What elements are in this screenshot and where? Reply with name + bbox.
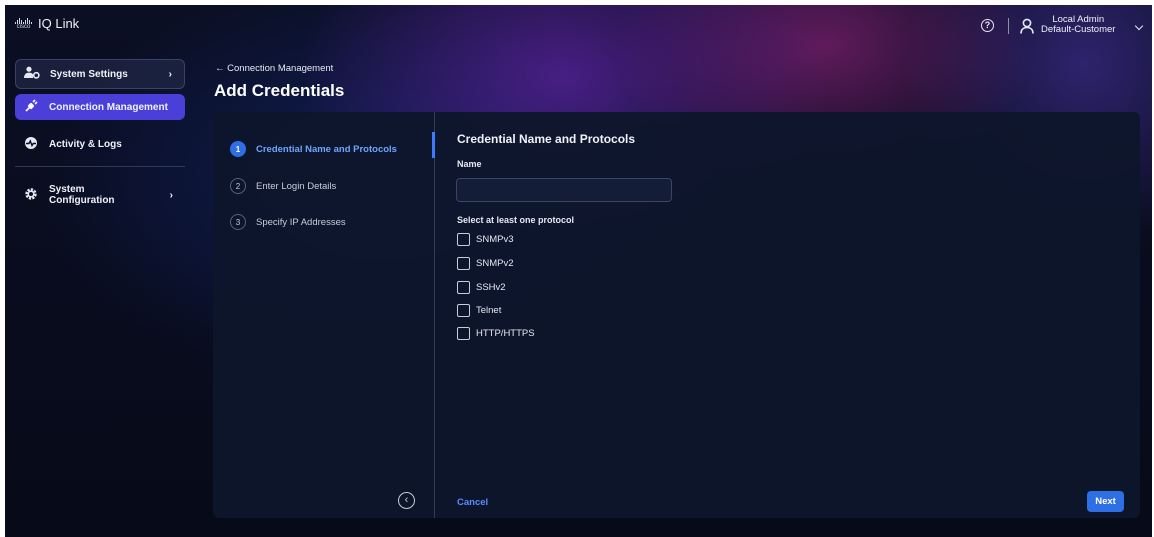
- checkbox[interactable]: [457, 281, 470, 294]
- sidebar-divider: [15, 166, 185, 167]
- user-org: Default-Customer: [1041, 24, 1116, 35]
- user-icon[interactable]: [1020, 18, 1034, 34]
- protocol-label-text: HTTP/HTTPS: [476, 328, 535, 339]
- back-link[interactable]: ← Connection Management: [215, 63, 333, 74]
- activity-icon: [23, 136, 39, 153]
- chevron-right-icon: ›: [168, 68, 172, 80]
- wizard-panel: 1 Credential Name and Protocols 2 Enter …: [213, 112, 1140, 518]
- protocol-label: Select at least one protocol: [457, 215, 575, 225]
- step-label: Credential Name and Protocols: [256, 143, 397, 155]
- name-input[interactable]: [456, 178, 672, 202]
- cisco-logo-icon: cisco: [15, 17, 32, 30]
- sidebar-item-connection-management[interactable]: Connection Management: [15, 94, 185, 120]
- sidebar-item-activity-logs[interactable]: Activity & Logs: [15, 131, 185, 157]
- page-title: Add Credentials: [214, 81, 345, 100]
- protocol-option-sshv2[interactable]: SSHv2: [457, 281, 506, 294]
- step-number: 1: [230, 141, 246, 157]
- protocol-label-text: Telnet: [476, 305, 502, 316]
- sidebar-item-system-configuration[interactable]: System Configuration ›: [15, 178, 185, 212]
- sidebar-item-label: Activity & Logs: [49, 138, 122, 150]
- protocol-label-text: SNMPv2: [476, 258, 514, 269]
- cancel-button[interactable]: Cancel: [457, 497, 488, 508]
- protocol-option-http-https[interactable]: HTTP/HTTPS: [457, 327, 535, 340]
- sidebar-item-system-settings[interactable]: System Settings ›: [15, 59, 185, 89]
- wizard-steps: 1 Credential Name and Protocols 2 Enter …: [213, 112, 435, 518]
- protocol-label-text: SNMPv3: [476, 234, 514, 245]
- protocol-label-text: SSHv2: [476, 282, 506, 293]
- checkbox[interactable]: [457, 257, 470, 270]
- chevron-down-icon[interactable]: [1134, 21, 1144, 31]
- wizard-step-3[interactable]: 3 Specify IP Addresses: [230, 214, 346, 230]
- users-gear-icon: [24, 66, 40, 82]
- app-name: IQ Link: [38, 16, 80, 31]
- sidebar-item-label: Connection Management: [49, 101, 168, 113]
- app-window: cisco IQ Link ? Local Admin Default-Cust…: [5, 5, 1152, 537]
- user-menu[interactable]: Local Admin Default-Customer: [1041, 15, 1115, 35]
- protocol-option-telnet[interactable]: Telnet: [457, 304, 501, 317]
- section-title: Credential Name and Protocols: [457, 132, 636, 146]
- protocol-option-snmpv3[interactable]: SNMPv3: [457, 233, 513, 246]
- app-logo[interactable]: cisco IQ Link: [15, 16, 79, 31]
- step-number: 2: [230, 178, 246, 194]
- collapse-panel-icon[interactable]: ‹: [398, 492, 415, 509]
- protocol-option-snmpv2[interactable]: SNMPv2: [457, 257, 513, 270]
- help-icon[interactable]: ?: [981, 19, 994, 32]
- step-label: Enter Login Details: [256, 180, 337, 192]
- step-number: 3: [230, 214, 246, 230]
- wizard-step-1[interactable]: 1 Credential Name and Protocols: [230, 141, 397, 157]
- chevron-right-icon: ›: [169, 189, 173, 201]
- topbar-divider: [1008, 18, 1009, 34]
- next-button[interactable]: Next: [1087, 491, 1124, 512]
- checkbox[interactable]: [457, 304, 470, 317]
- plug-icon: [23, 98, 39, 116]
- gear-icon: [23, 187, 39, 203]
- active-step-indicator: [432, 132, 435, 158]
- sidebar-item-label: System Configuration: [49, 184, 115, 206]
- wizard-step-2[interactable]: 2 Enter Login Details: [230, 178, 336, 194]
- checkbox[interactable]: [457, 233, 470, 246]
- name-label: Name: [457, 159, 482, 169]
- sidebar-item-label: System Settings: [50, 68, 128, 80]
- checkbox[interactable]: [457, 327, 470, 340]
- top-bar: cisco IQ Link ? Local Admin Default-Cust…: [5, 5, 1152, 45]
- step-label: Specify IP Addresses: [256, 216, 346, 228]
